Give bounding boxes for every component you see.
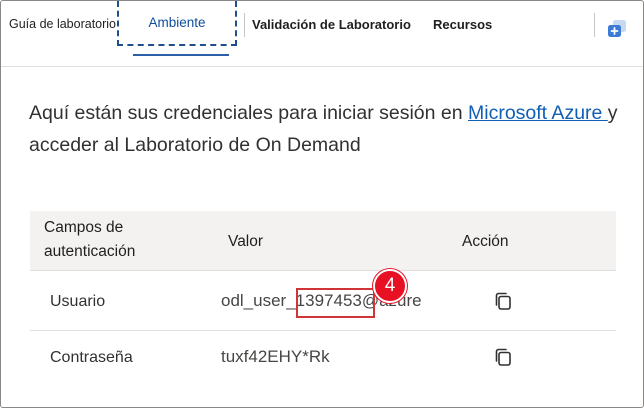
username-label: Usuario — [50, 293, 106, 310]
tab-divider — [244, 13, 245, 37]
intro-text: Aquí están sus credenciales para iniciar… — [29, 102, 468, 124]
lab-panel: Guía de laboratorio Ambiente Validación … — [0, 0, 644, 408]
tab-bar: Guía de laboratorio Ambiente Validación … — [1, 1, 643, 67]
active-tab-indicator — [133, 54, 229, 56]
username-id-highlight — [296, 288, 375, 318]
table-row-password: Contraseña tuxf42EHY*Rk — [30, 331, 616, 387]
credentials-intro: Aquí están sus credenciales para iniciar… — [29, 97, 619, 161]
password-value: tuxf42EHY*Rk — [221, 347, 330, 366]
step-badge: 4 — [373, 269, 407, 303]
table-header: Campos de autenticación Valor Acción — [30, 211, 616, 271]
copy-icon[interactable] — [492, 346, 514, 368]
expand-panel-icon[interactable] — [604, 15, 630, 41]
column-header-fields: Campos de autenticación — [44, 219, 136, 260]
tab-resources[interactable]: Recursos — [433, 1, 492, 47]
tab-environment[interactable]: Ambiente — [117, 1, 237, 46]
column-header-action: Acción — [462, 233, 509, 250]
tab-divider — [594, 13, 595, 37]
column-header-value: Valor — [228, 233, 264, 250]
microsoft-azure-link[interactable]: Microsoft Azure — [468, 102, 608, 124]
tab-lab-guide[interactable]: Guía de laboratorio — [9, 1, 116, 47]
copy-icon[interactable] — [492, 290, 514, 312]
password-label: Contraseña — [50, 349, 133, 366]
tab-lab-validation[interactable]: Validación de Laboratorio — [252, 1, 411, 47]
